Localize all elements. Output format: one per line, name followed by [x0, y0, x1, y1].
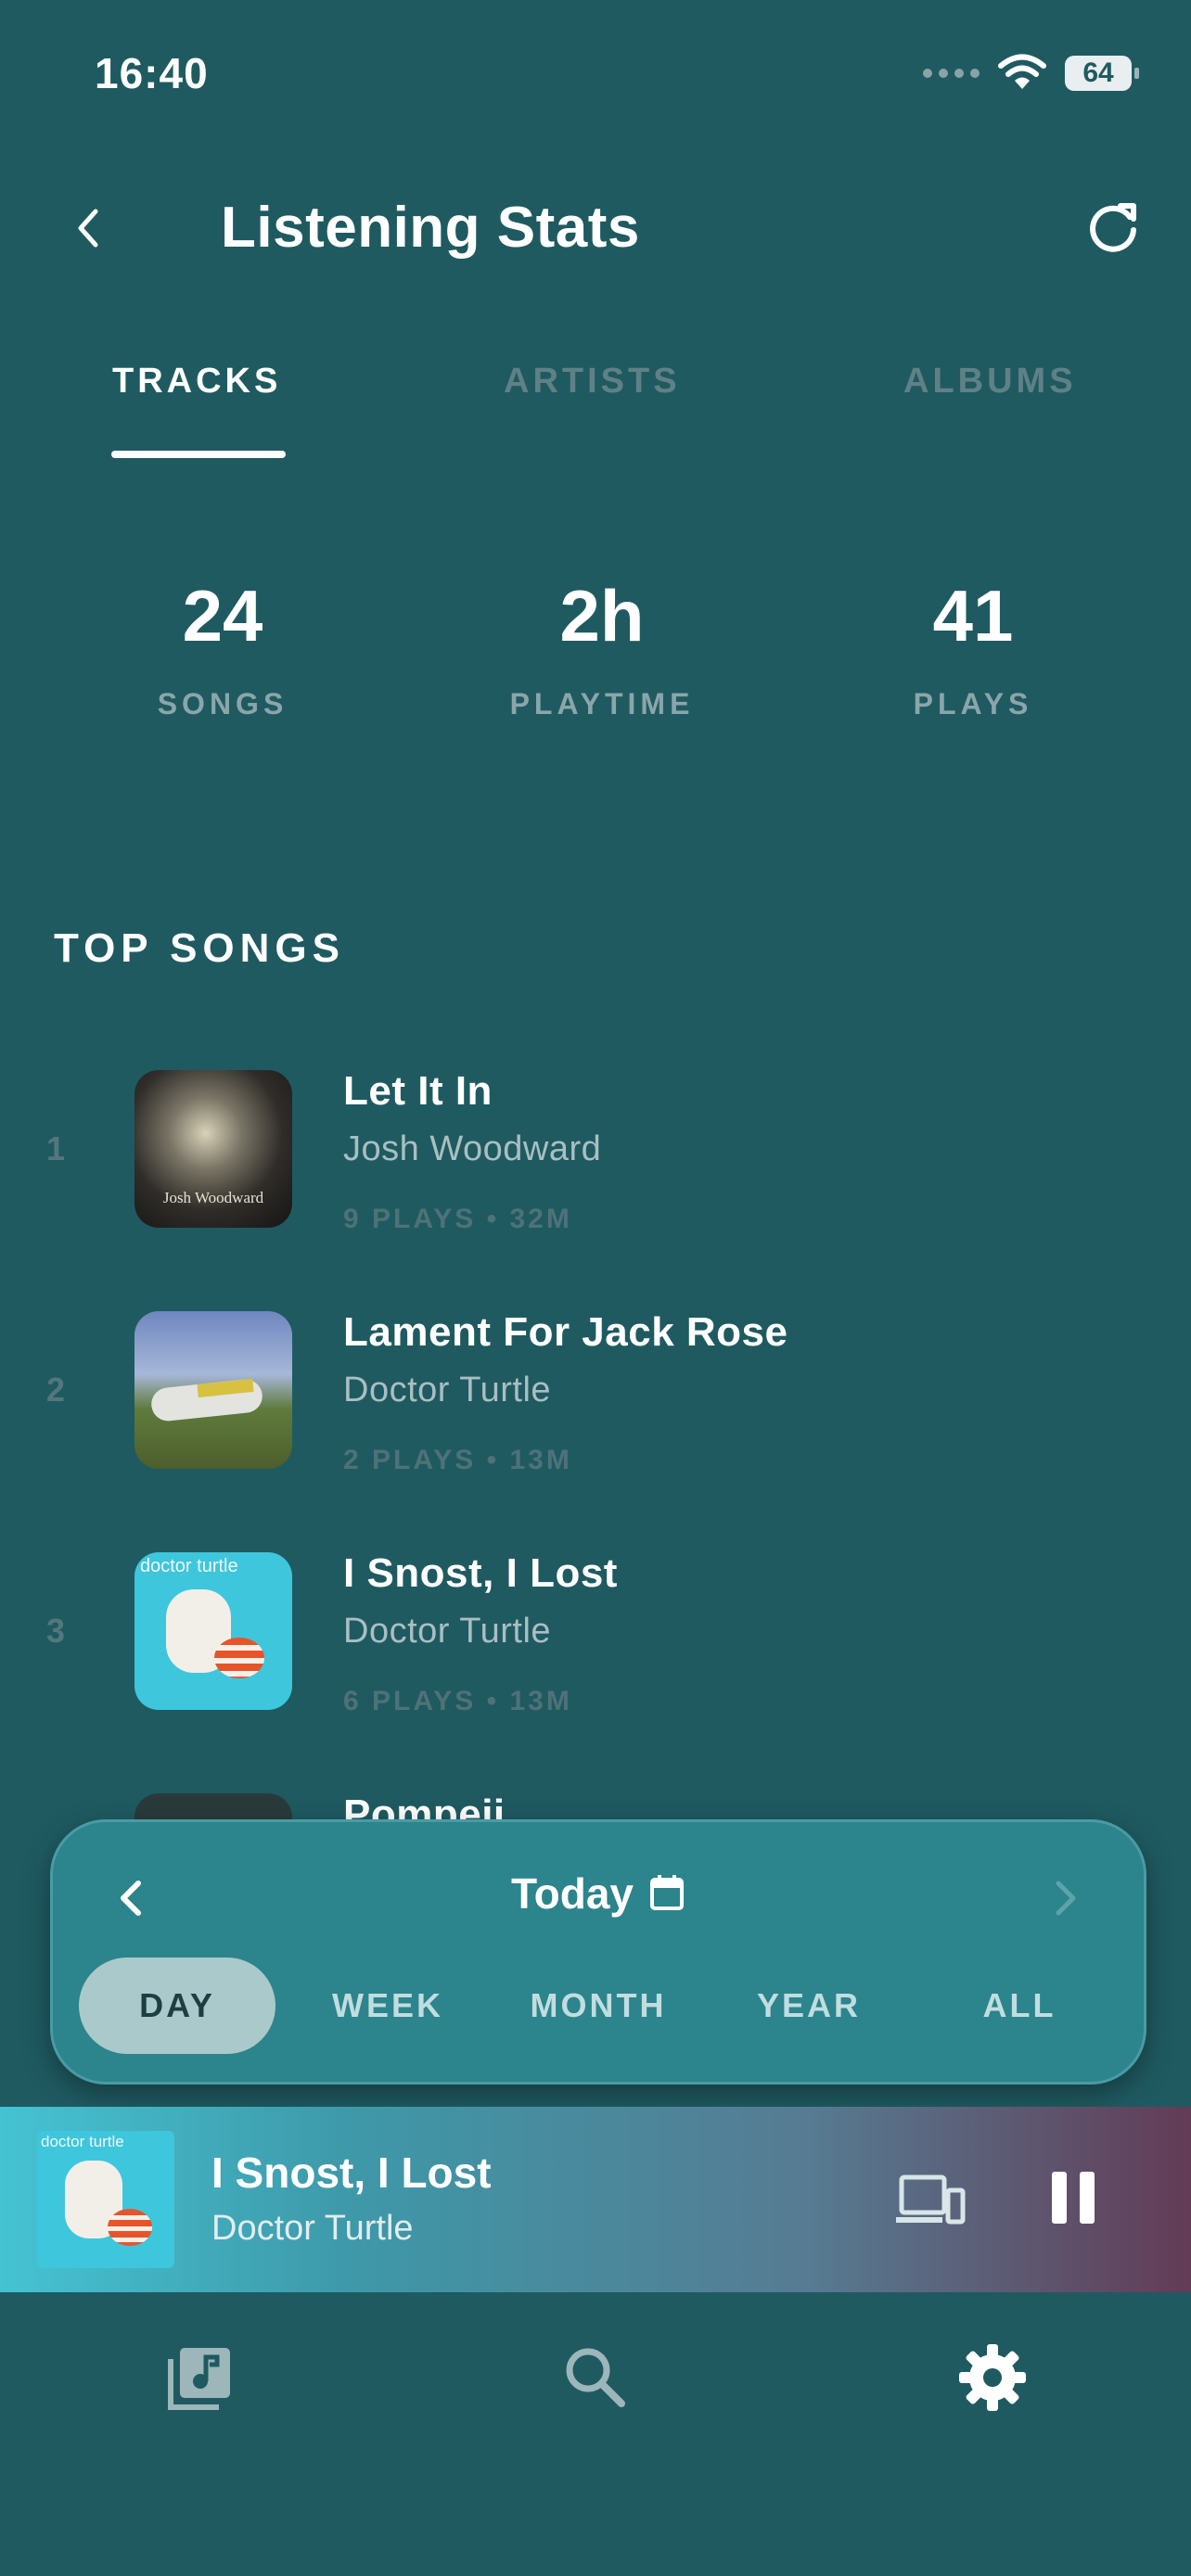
nav-settings[interactable]	[955, 2340, 1030, 2415]
song-title: I Snost, I Lost	[343, 1550, 618, 1596]
nav-search[interactable]	[558, 2340, 633, 2415]
pause-button[interactable]	[1052, 2172, 1104, 2229]
song-artist: Doctor Turtle	[343, 1371, 552, 1409]
nav-library[interactable]	[163, 2340, 237, 2415]
devices-icon	[896, 2174, 966, 2225]
gear-icon	[959, 2344, 1026, 2411]
song-row[interactable]: 1 Josh Woodward Let It In Josh Woodward …	[0, 1057, 1191, 1243]
date-range-picker: Today DAY WEEK MONTH YEAR ALL	[50, 1819, 1146, 2085]
date-range-text: Today	[510, 1869, 634, 1918]
now-playing-bar[interactable]: doctor turtle I Snost, I Lost Doctor Tur…	[0, 2107, 1191, 2292]
chevron-right-icon	[1056, 1881, 1076, 1916]
song-artist: Doctor Turtle	[343, 1612, 552, 1651]
song-row[interactable]: 3 doctor turtle I Snost, I Lost Doctor T…	[0, 1539, 1191, 1725]
library-music-icon	[168, 2348, 230, 2410]
signal-icon	[923, 69, 980, 78]
song-row[interactable]: 2 Lament For Jack Rose Doctor Turtle 2 P…	[0, 1298, 1191, 1484]
album-art-shape	[108, 2209, 152, 2246]
stat-plays: 41 PLAYS	[834, 580, 1112, 721]
back-button[interactable]	[65, 202, 109, 254]
date-range-label[interactable]: Today	[53, 1868, 1144, 1922]
now-playing-title: I Snost, I Lost	[211, 2149, 492, 2197]
period-month[interactable]: MONTH	[500, 1958, 697, 2054]
period-day[interactable]: DAY	[79, 1958, 275, 2054]
page-title: Listening Stats	[221, 196, 640, 260]
stat-value: 41	[932, 575, 1014, 657]
now-playing-art: doctor turtle	[37, 2131, 174, 2268]
stat-label: PLAYS	[913, 687, 1033, 721]
refresh-button[interactable]	[1083, 197, 1143, 256]
song-meta: 9 PLAYS • 32M	[343, 1204, 572, 1234]
wifi-icon	[998, 54, 1046, 89]
calendar-icon	[648, 1872, 685, 1922]
stat-label: SONGS	[157, 687, 288, 721]
album-art-text: Josh Woodward	[162, 1189, 264, 1206]
song-rank: 2	[46, 1371, 66, 1409]
status-icons: 64	[923, 54, 1139, 93]
period-year[interactable]: YEAR	[711, 1958, 907, 2054]
period-selector: DAY WEEK MONTH YEAR ALL	[79, 1958, 1118, 2054]
section-title: TOP SONGS	[54, 925, 346, 971]
album-art: Josh Woodward	[134, 1070, 292, 1228]
song-rank: 3	[46, 1612, 66, 1650]
tab-indicator	[111, 451, 286, 458]
period-week[interactable]: WEEK	[289, 1958, 486, 2054]
song-rank: 1	[46, 1129, 66, 1167]
stat-songs: 24 SONGS	[83, 580, 362, 721]
stat-value: 24	[182, 575, 263, 657]
battery-indicator: 64	[1065, 56, 1139, 91]
song-meta: 6 PLAYS • 13M	[343, 1686, 572, 1716]
tab-albums[interactable]: ALBUMS	[903, 362, 1077, 402]
album-art-shape	[214, 1638, 264, 1678]
stat-value: 2h	[559, 575, 645, 657]
tab-tracks[interactable]: TRACKS	[112, 362, 281, 402]
bottom-navigation	[0, 2292, 1191, 2576]
song-meta: 2 PLAYS • 13M	[343, 1445, 572, 1475]
cast-device-button[interactable]	[896, 2172, 967, 2229]
refresh-icon	[1090, 203, 1136, 252]
chevron-left-icon	[78, 209, 98, 248]
song-title: Let It In	[343, 1068, 493, 1114]
album-art-text: doctor turtle	[41, 2133, 124, 2150]
stat-playtime: 2h PLAYTIME	[463, 580, 741, 721]
album-art-text: doctor turtle	[140, 1556, 238, 1576]
song-title: Lament For Jack Rose	[343, 1309, 788, 1355]
song-artist: Josh Woodward	[343, 1129, 602, 1168]
now-playing-artist: Doctor Turtle	[211, 2209, 414, 2248]
stat-label: PLAYTIME	[509, 687, 695, 721]
pause-icon	[1080, 2172, 1095, 2224]
period-all[interactable]: ALL	[921, 1958, 1118, 2054]
tab-artists[interactable]: ARTISTS	[504, 362, 681, 402]
search-icon	[566, 2348, 625, 2407]
next-period-button[interactable]	[1044, 1870, 1088, 1926]
status-time: 16:40	[95, 49, 209, 97]
album-art	[134, 1311, 292, 1469]
tab-bar: TRACKS ARTISTS ALBUMS	[0, 362, 1191, 464]
pause-icon	[1052, 2172, 1067, 2224]
album-art: doctor turtle	[134, 1552, 292, 1710]
